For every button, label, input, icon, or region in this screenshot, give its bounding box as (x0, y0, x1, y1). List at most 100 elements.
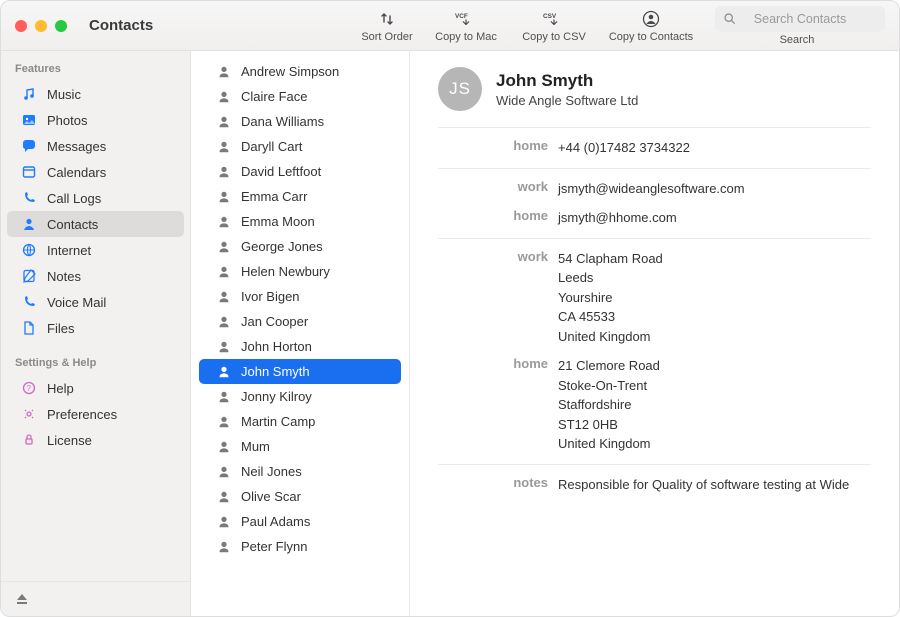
contact-name: John Smyth (496, 71, 638, 91)
person-icon (217, 215, 231, 229)
addr-home-row: home 21 Clemore Road Stoke-On-Trent Staf… (438, 346, 871, 464)
addr-line: ST12 0HB (558, 415, 871, 435)
contact-row-label: Daryll Cart (241, 139, 302, 154)
sidebar-item-files[interactable]: Files (7, 315, 184, 341)
sidebar-item-label: Voice Mail (47, 295, 106, 310)
svg-text:?: ? (27, 384, 32, 393)
contact-row[interactable]: John Smyth (199, 359, 401, 384)
contact-row[interactable]: Dana Williams (199, 109, 401, 134)
contact-row[interactable]: George Jones (199, 234, 401, 259)
contact-row[interactable]: Ivor Bigen (199, 284, 401, 309)
person-icon (217, 415, 231, 429)
search-field-wrap[interactable] (715, 6, 885, 32)
contact-row[interactable]: Jonny Kilroy (199, 384, 401, 409)
contact-row[interactable]: Daryll Cart (199, 134, 401, 159)
window-controls (15, 20, 67, 32)
sidebar-item-notes[interactable]: Notes (7, 263, 184, 289)
sidebar-item-photos[interactable]: Photos (7, 107, 184, 133)
contact-row[interactable]: Martin Camp (199, 409, 401, 434)
detail-header: JS John Smyth Wide Angle Software Ltd (438, 67, 871, 127)
field-label: work (438, 249, 558, 347)
field-value[interactable]: 21 Clemore Road Stoke-On-Trent Staffords… (558, 356, 871, 454)
help-icon: ? (21, 380, 37, 396)
contact-row-label: David Leftfoot (241, 164, 321, 179)
contact-row-label: Peter Flynn (241, 539, 307, 554)
close-window-button[interactable] (15, 20, 27, 32)
sidebar-item-label: Preferences (47, 407, 117, 422)
addr-line: 21 Clemore Road (558, 356, 871, 376)
copy-to-contacts-button[interactable]: Copy to Contacts (603, 9, 699, 43)
contact-row[interactable]: Claire Face (199, 84, 401, 109)
sidebar-item-call-logs[interactable]: Call Logs (7, 185, 184, 211)
sidebar-item-preferences[interactable]: Preferences (7, 401, 184, 427)
app-window: Contacts Sort Order VCF Copy to Mac CSV … (0, 0, 900, 617)
contact-row-label: George Jones (241, 239, 323, 254)
sort-order-button[interactable]: Sort Order (357, 9, 417, 43)
field-label: home (438, 208, 558, 228)
field-value[interactable]: jsmyth@hhome.com (558, 208, 871, 228)
copy-to-mac-button[interactable]: VCF Copy to Mac (427, 9, 505, 43)
contact-row[interactable]: David Leftfoot (199, 159, 401, 184)
phone-icon (21, 190, 37, 206)
contact-row[interactable]: Peter Flynn (199, 534, 401, 559)
sidebar-item-internet[interactable]: Internet (7, 237, 184, 263)
contact-row[interactable]: Olive Scar (199, 484, 401, 509)
contact-row-label: Neil Jones (241, 464, 302, 479)
copy-to-csv-button[interactable]: CSV Copy to CSV (515, 9, 593, 43)
contact-row[interactable]: Andrew Simpson (199, 59, 401, 84)
minimize-window-button[interactable] (35, 20, 47, 32)
person-icon (217, 190, 231, 204)
contact-row[interactable]: Emma Moon (199, 209, 401, 234)
sidebar-header-settings: Settings & Help (1, 353, 190, 375)
svg-text:CSV: CSV (543, 13, 557, 20)
contact-row[interactable]: Jan Cooper (199, 309, 401, 334)
sidebar-item-help[interactable]: ? Help (7, 375, 184, 401)
contact-row[interactable]: Paul Adams (199, 509, 401, 534)
contact-row[interactable]: Neil Jones (199, 459, 401, 484)
phone-home-row: home +44 (0)17482 3734322 (438, 128, 871, 168)
sidebar-item-label: Help (47, 381, 74, 396)
contact-row-label: Emma Moon (241, 214, 315, 229)
field-label: home (438, 356, 558, 454)
addr-work-row: work 54 Clapham Road Leeds Yourshire CA … (438, 239, 871, 347)
globe-icon (21, 242, 37, 258)
notes-row: notes Responsible for Quality of softwar… (438, 465, 871, 505)
sort-icon (379, 9, 395, 29)
contact-row[interactable]: John Horton (199, 334, 401, 359)
music-icon (21, 86, 37, 102)
field-value[interactable]: 54 Clapham Road Leeds Yourshire CA 45533… (558, 249, 871, 347)
sidebar-item-voice-mail[interactable]: Voice Mail (7, 289, 184, 315)
csv-icon: CSV (543, 9, 565, 29)
search-input[interactable] (723, 12, 877, 26)
sidebar-item-label: Notes (47, 269, 81, 284)
eject-icon[interactable] (15, 592, 29, 606)
contact-row[interactable]: Mum (199, 434, 401, 459)
contact-row-label: Mum (241, 439, 270, 454)
fullscreen-window-button[interactable] (55, 20, 67, 32)
field-value[interactable]: +44 (0)17482 3734322 (558, 138, 871, 158)
contact-list[interactable]: Andrew SimpsonClaire FaceDana Williams Da… (191, 51, 410, 616)
svg-text:VCF: VCF (455, 13, 468, 20)
field-value[interactable]: jsmyth@wideanglesoftware.com (558, 179, 871, 199)
person-icon (217, 315, 231, 329)
sidebar-item-label: Messages (47, 139, 106, 154)
sidebar-item-music[interactable]: Music (7, 81, 184, 107)
addr-line: Leeds (558, 268, 871, 288)
addr-line: Staffordshire (558, 395, 871, 415)
person-icon (217, 465, 231, 479)
contact-row[interactable]: Emma Carr (199, 184, 401, 209)
sidebar-item-contacts[interactable]: Contacts (7, 211, 184, 237)
sidebar-item-calendars[interactable]: Calendars (7, 159, 184, 185)
notes-icon (21, 268, 37, 284)
sidebar-item-label: License (47, 433, 92, 448)
contact-row[interactable]: Helen Newbury (199, 259, 401, 284)
sidebar-item-messages[interactable]: Messages (7, 133, 184, 159)
field-value[interactable]: Responsible for Quality of software test… (558, 475, 871, 495)
sidebar-item-license[interactable]: License (7, 427, 184, 453)
search-label: Search (780, 34, 815, 46)
sidebar-header-features: Features (1, 59, 190, 81)
email-work-row: work jsmyth@wideanglesoftware.com (438, 169, 871, 199)
addr-line: Stoke-On-Trent (558, 376, 871, 396)
person-icon (217, 240, 231, 254)
avatar: JS (438, 67, 482, 111)
